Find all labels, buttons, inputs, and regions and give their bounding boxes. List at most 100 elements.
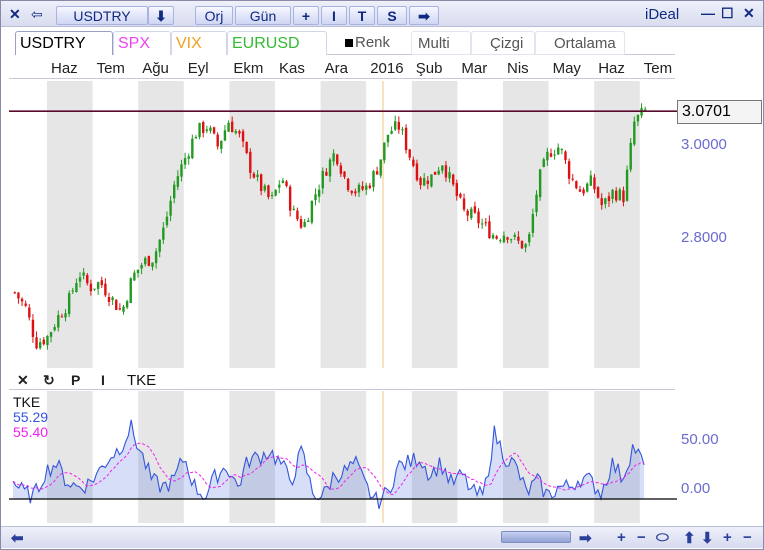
candle-body	[437, 170, 440, 175]
candle-body	[78, 277, 82, 282]
price-chart[interactable]	[9, 81, 677, 368]
candle-body	[528, 234, 531, 243]
indicator-tick: 50.00	[681, 431, 719, 448]
month-band	[138, 391, 184, 523]
month-label: Tem	[643, 60, 673, 77]
scroll-left-icon[interactable]: ⬅	[11, 529, 24, 547]
candle-body	[299, 219, 303, 228]
candle-body	[307, 220, 310, 222]
candle-body	[636, 114, 640, 122]
zoom-out-icon[interactable]: −	[637, 529, 646, 546]
price-tick: 3.0000	[681, 136, 727, 153]
tab-eurusd[interactable]: EURUSD	[227, 31, 327, 55]
month-band	[47, 391, 93, 523]
candle-body	[252, 173, 256, 178]
candle-body	[589, 175, 593, 186]
scroll-right-icon[interactable]: ➡	[579, 529, 592, 547]
candle-body	[96, 282, 100, 289]
candle-body	[520, 240, 524, 249]
candle-body	[466, 210, 469, 216]
vertical-zoom-out-icon[interactable]: −	[743, 529, 752, 546]
orj-button[interactable]: Orj	[195, 6, 233, 25]
vertical-zoom-in-icon[interactable]: +	[723, 529, 732, 546]
close-icon[interactable]: ✕	[9, 5, 21, 23]
candle-body	[147, 256, 151, 266]
month-band	[138, 81, 184, 368]
scale-up-icon[interactable]: ⬆	[683, 529, 696, 547]
candle-body	[404, 127, 408, 151]
dropdown-arrow-icon[interactable]: ⬇	[148, 6, 174, 25]
candle-body	[339, 165, 343, 174]
candle-body	[60, 316, 64, 318]
plus-button[interactable]: +	[293, 6, 319, 25]
multi-option[interactable]: Multi	[411, 31, 471, 55]
tab-usdtry[interactable]: USDTRY	[15, 31, 113, 55]
candle-body	[42, 339, 45, 345]
candle-body	[317, 189, 321, 197]
indicator-i-button[interactable]: I	[321, 6, 347, 25]
candle-body	[227, 122, 230, 132]
candle-body	[375, 171, 379, 175]
candle-body	[93, 288, 96, 290]
month-label: Ekm	[233, 60, 264, 77]
candle-body	[549, 153, 553, 157]
symbol-dropdown[interactable]: USDTRY	[56, 6, 148, 25]
tab-vix[interactable]: VIX	[171, 31, 227, 55]
candle-body	[600, 198, 603, 205]
renk-option[interactable]: Renk	[349, 31, 411, 55]
candle-body	[350, 190, 353, 193]
candle-body	[270, 195, 274, 197]
candle-body	[281, 180, 285, 183]
tab-spx[interactable]: SPX	[113, 31, 171, 55]
period-dropdown[interactable]: Gün	[235, 6, 291, 25]
close-indicator-icon[interactable]: ✕	[17, 372, 29, 389]
candle-body	[133, 272, 136, 281]
candle-body	[560, 149, 564, 151]
candle-body	[415, 163, 419, 181]
candle-body	[488, 221, 491, 239]
month-band	[47, 81, 93, 368]
zoom-in-icon[interactable]: +	[617, 529, 626, 546]
candle-body	[234, 131, 238, 134]
maximize-icon[interactable]: ☐	[721, 5, 734, 22]
ortalama-option[interactable]: Ortalama	[535, 31, 625, 55]
minimize-icon[interactable]: —	[701, 5, 715, 21]
candle-body	[151, 262, 154, 267]
candle-body	[165, 216, 169, 226]
template-t-button[interactable]: T	[349, 6, 375, 25]
candle-body	[53, 327, 56, 331]
price-tick: 2.8000	[681, 229, 727, 246]
forward-arrow-icon[interactable]: ➡	[409, 6, 439, 25]
candle-body	[346, 178, 350, 190]
candle-body	[310, 200, 314, 223]
scroll-thumb[interactable]	[501, 531, 571, 543]
scale-down-icon[interactable]: ⬇	[701, 529, 714, 547]
candle-body	[477, 211, 480, 224]
candle-body	[401, 129, 404, 131]
candle-body	[629, 142, 632, 170]
back-arrow-icon[interactable]: ⇦	[31, 5, 43, 23]
candle-body	[383, 142, 386, 161]
candle-body	[643, 109, 647, 111]
cizgi-option[interactable]: Çizgi	[471, 31, 535, 55]
candle-body	[180, 164, 183, 177]
candle-body	[183, 158, 187, 165]
candle-body	[64, 313, 67, 318]
indicator-p-button[interactable]: P	[71, 372, 80, 388]
fit-oval-icon[interactable]: ⬭	[656, 529, 669, 546]
bottom-scrollbar: ⬅ ➡ + − ⬭ ⬆ ⬇ + −	[1, 526, 763, 548]
candle-body	[220, 140, 223, 149]
close-window-icon[interactable]: ✕	[743, 5, 755, 22]
indicator-chart[interactable]	[9, 391, 677, 523]
indicator-i-button[interactable]: I	[101, 372, 105, 388]
candle-body	[140, 264, 143, 269]
symbol-tabs: USDTRY SPX VIX EURUSD Renk Multi Çizgi O…	[15, 31, 675, 55]
candle-body	[216, 134, 219, 147]
last-price-label: 3.0701	[677, 100, 762, 124]
candle-body	[136, 269, 140, 274]
candle-body	[502, 235, 506, 243]
system-s-button[interactable]: S	[377, 6, 407, 25]
indicator-axis: 50.00 0.00	[677, 391, 762, 523]
candle-body	[586, 183, 589, 192]
refresh-icon[interactable]: ↻	[43, 372, 55, 389]
